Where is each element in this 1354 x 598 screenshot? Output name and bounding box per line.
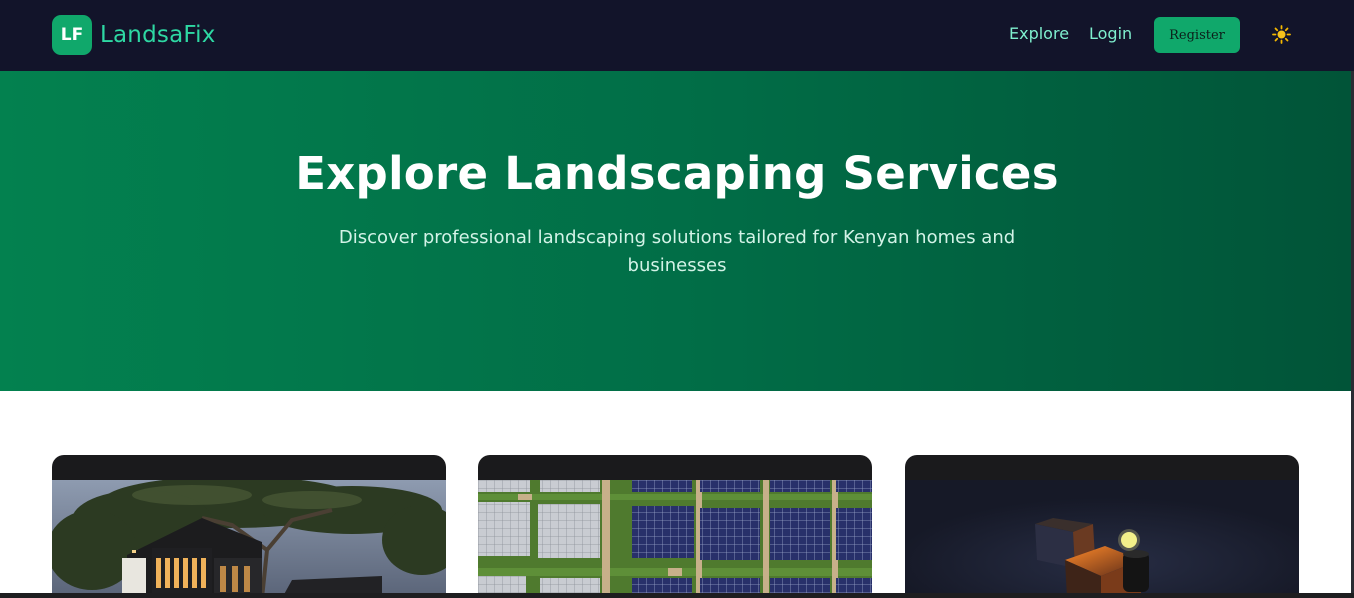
brand-logo[interactable]: LF [52,15,92,55]
service-card[interactable] [478,455,872,598]
modern-house-photo[interactable] [52,480,446,598]
top-navbar: LF LandsaFix Explore Login Register [0,0,1354,71]
register-button[interactable]: Register [1154,17,1240,53]
nav-login-link[interactable]: Login [1089,24,1132,43]
brand-name[interactable]: LandsaFix [100,22,216,48]
brand[interactable]: LF LandsaFix [52,15,216,55]
hero-title: Explore Landscaping Services [295,147,1059,200]
hero-banner: Explore Landscaping Services Discover pr… [0,71,1354,391]
nav-explore-link[interactable]: Explore [1009,24,1069,43]
service-card[interactable] [52,455,446,598]
sun-icon[interactable] [1272,25,1291,44]
service-card[interactable] [905,455,1299,598]
bottom-edge [0,593,1354,598]
abstract-cubes-render[interactable] [905,480,1299,598]
hero-subtitle: Discover professional landscaping soluti… [338,227,1016,276]
solar-panels-photo[interactable] [478,480,872,598]
